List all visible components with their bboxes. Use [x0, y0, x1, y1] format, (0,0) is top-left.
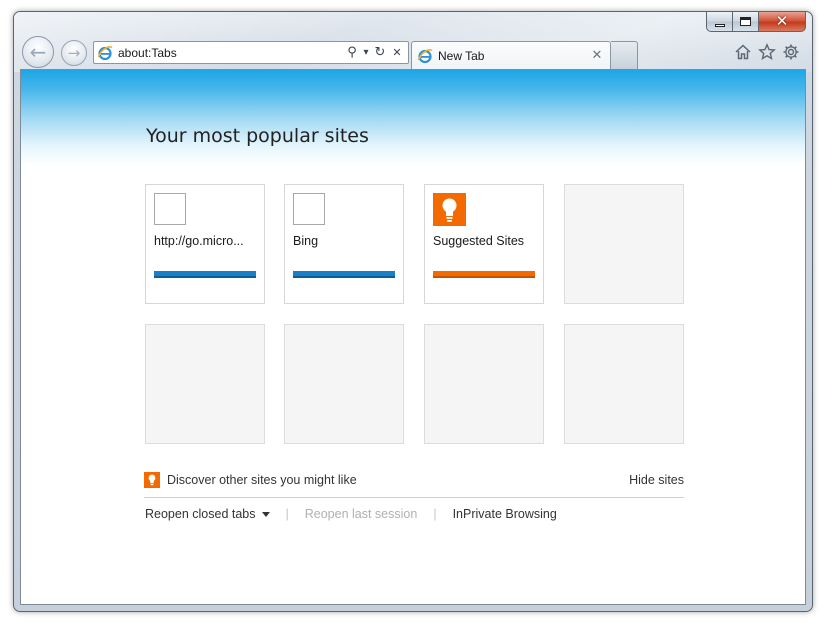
site-tile[interactable]: http://go.micro... [145, 184, 265, 304]
address-input[interactable]: about:Tabs [118, 46, 344, 60]
star-icon[interactable] [758, 43, 776, 61]
actions-row: Reopen closed tabs | Reopen last session… [145, 504, 557, 524]
ie-logo-icon [97, 45, 113, 60]
empty-tile [284, 324, 404, 444]
refresh-icon[interactable]: ↻ [372, 44, 388, 62]
forward-arrow-icon: → [67, 44, 81, 62]
address-bar[interactable]: about:Tabs ⚲ ▾ ↻ ✕ [93, 41, 409, 64]
header-gradient [21, 70, 805, 165]
reopen-closed-tabs-label: Reopen closed tabs [145, 507, 256, 521]
usage-bar [433, 271, 535, 278]
page-title: Your most popular sites [146, 125, 369, 147]
usage-bar [293, 271, 395, 278]
site-tile-label: Bing [293, 234, 319, 248]
minimize-button[interactable] [706, 12, 733, 32]
maximize-icon [740, 17, 751, 26]
back-arrow-icon: ← [29, 40, 47, 64]
home-icon[interactable] [734, 43, 752, 61]
empty-tile [564, 324, 684, 444]
tab-new-tab[interactable]: New Tab ✕ [411, 41, 611, 69]
inprivate-browsing-link[interactable]: InPrivate Browsing [453, 507, 557, 521]
hide-sites-link[interactable]: Hide sites [629, 473, 684, 487]
forward-button[interactable]: → [61, 40, 87, 66]
site-tile[interactable]: Suggested Sites [424, 184, 544, 304]
blank-favicon-icon [293, 193, 325, 225]
chevron-down-icon [261, 512, 270, 518]
address-dropdown-icon[interactable]: ▾ [361, 44, 371, 62]
page-content: Your most popular sites http://go.micro.… [20, 69, 806, 605]
reopen-last-session-link: Reopen last session [304, 507, 418, 521]
lightbulb-icon [144, 472, 160, 488]
separator: | [285, 507, 289, 521]
minimize-icon [714, 24, 725, 27]
separator: | [433, 507, 437, 521]
lightbulb-icon [433, 193, 466, 226]
browser-window: ✕ ← → about:Tabs ⚲ ▾ ↻ ✕ New Tab ✕ Your … [13, 11, 813, 612]
maximize-button[interactable] [733, 12, 759, 32]
back-button[interactable]: ← [22, 36, 54, 68]
close-icon: ✕ [775, 12, 789, 30]
search-icon[interactable]: ⚲ [344, 44, 360, 62]
ie-logo-icon [417, 48, 433, 63]
discover-row: Discover other sites you might like Hide… [144, 470, 684, 498]
empty-tile [145, 324, 265, 444]
gear-icon[interactable] [782, 43, 800, 61]
close-button[interactable]: ✕ [759, 12, 806, 32]
discover-sites-link[interactable]: Discover other sites you might like [167, 473, 357, 487]
site-tile[interactable]: Bing [284, 184, 404, 304]
caption-buttons: ✕ [706, 12, 806, 33]
new-tab-button[interactable] [611, 41, 638, 69]
site-tile-label: http://go.micro... [154, 234, 244, 248]
empty-tile [564, 184, 684, 304]
stop-icon[interactable]: ✕ [389, 44, 405, 62]
blank-favicon-icon [154, 193, 186, 225]
empty-tile [424, 324, 544, 444]
site-tile-label: Suggested Sites [433, 234, 525, 248]
usage-bar [154, 271, 256, 278]
tab-label: New Tab [438, 48, 485, 63]
reopen-closed-tabs-link[interactable]: Reopen closed tabs [145, 507, 270, 521]
command-bar [734, 43, 800, 61]
tab-close-icon[interactable]: ✕ [590, 48, 604, 63]
